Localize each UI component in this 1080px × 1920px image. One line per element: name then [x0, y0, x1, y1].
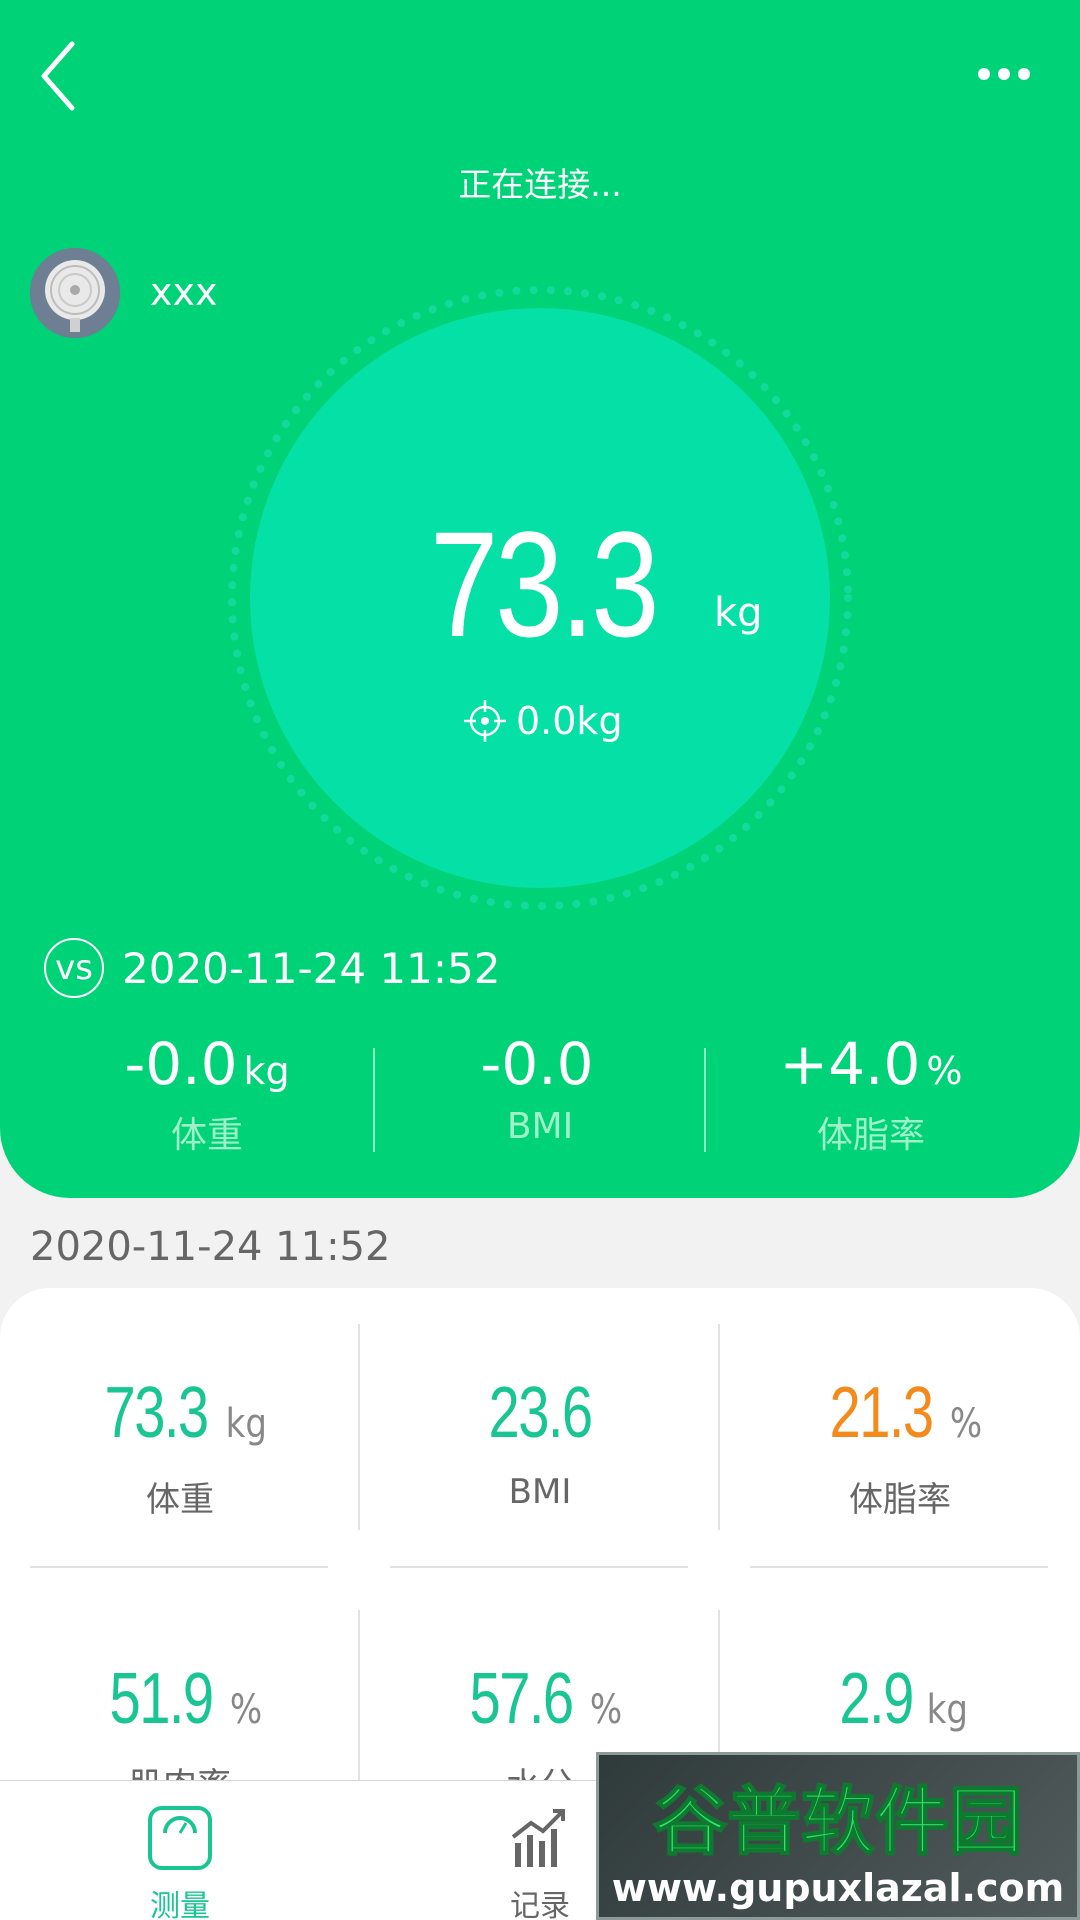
- fan-avatar-icon: [30, 248, 120, 338]
- watermark-logo-icon: 谷普软件园 www.gupuxlazal.com: [612, 1778, 1064, 1910]
- grid-divider: [30, 1566, 328, 1568]
- metric-bodyfat-unit: %: [949, 1401, 983, 1447]
- username: xxx: [150, 270, 218, 314]
- compare-bmi: -0.0 BMI: [375, 1030, 705, 1147]
- grid-divider: [718, 1324, 720, 1530]
- compare-weight-value: -0.0: [124, 1030, 238, 1098]
- more-icon: [978, 68, 1030, 80]
- divider: [704, 1048, 706, 1152]
- svg-text:www.gupuxlazal.com: www.gupuxlazal.com: [612, 1866, 1064, 1910]
- metric-muscle-value: 51.9: [109, 1659, 214, 1739]
- record-time: 2020-11-24 11:52: [30, 1224, 391, 1270]
- metric-bodyfat-label: 体脂率: [849, 1480, 951, 1520]
- header-panel: 正在连接... xxx 73.3 kg 0.0kg vs 2020-11-24 …: [0, 0, 1080, 1198]
- connection-status: 正在连接...: [458, 165, 622, 204]
- compare-time: 2020-11-24 11:52: [122, 943, 501, 993]
- divider: [373, 1048, 375, 1152]
- grid-divider: [390, 1566, 688, 1568]
- watermark-logo: 谷普软件园 www.gupuxlazal.com: [596, 1752, 1080, 1920]
- vs-badge: vs: [44, 938, 104, 998]
- metric-weight-value: 73.3: [104, 1373, 209, 1453]
- metric-bmi-value: 23.6: [488, 1373, 593, 1453]
- metric-weight-label: 体重: [146, 1480, 214, 1520]
- metric-bodyfat-value: 21.3: [829, 1373, 934, 1453]
- compare-bmi-value: -0.0: [480, 1030, 594, 1098]
- tab-measure-label: 测量: [150, 1889, 210, 1920]
- grid-divider: [750, 1566, 1048, 1568]
- back-button[interactable]: [36, 38, 96, 114]
- compare-weight-label: 体重: [170, 1115, 243, 1156]
- tab-records[interactable]: 记录: [470, 1803, 610, 1920]
- compare-weight-unit: kg: [243, 1049, 290, 1093]
- metric-weight-unit: kg: [225, 1401, 267, 1447]
- weight-value: 73.3: [430, 500, 660, 668]
- compare-bmi-label: BMI: [506, 1106, 574, 1147]
- delta-row: 0.0kg: [462, 698, 623, 744]
- compare-bodyfat-value: +4.0: [779, 1030, 921, 1098]
- svg-text:谷普软件园: 谷普软件园: [653, 1779, 1023, 1865]
- metric-bmi[interactable]: 23.6 BMI: [390, 1372, 690, 1512]
- metric-bone-unit: kg: [926, 1687, 968, 1733]
- compare-bodyfat-unit: %: [926, 1049, 963, 1093]
- tab-records-label: 记录: [510, 1889, 570, 1920]
- scale-icon: [148, 1806, 212, 1870]
- compare-weight: -0.0 kg 体重: [42, 1030, 372, 1158]
- tab-measure[interactable]: 测量: [110, 1803, 250, 1920]
- compare-bodyfat-label: 体脂率: [816, 1115, 925, 1156]
- compare-header: vs 2020-11-24 11:52: [44, 938, 500, 998]
- metric-bmi-label: BMI: [508, 1472, 572, 1512]
- compare-stats: -0.0 kg 体重 -0.0 BMI +4.0% 体脂率: [0, 1030, 1080, 1160]
- delta-value: 0.0kg: [516, 699, 623, 743]
- more-button[interactable]: [966, 54, 1046, 94]
- avatar[interactable]: [30, 248, 120, 338]
- compare-bodyfat: +4.0% 体脂率: [706, 1030, 1036, 1158]
- chart-icon: [511, 1809, 565, 1867]
- target-icon: [464, 700, 506, 742]
- metric-bodyfat[interactable]: 21.3% 体脂率: [750, 1372, 1050, 1521]
- metric-bone-value: 2.9: [839, 1659, 914, 1739]
- metric-water-value: 57.6: [469, 1659, 574, 1739]
- grid-divider: [358, 1324, 360, 1530]
- metric-muscle-unit: %: [229, 1687, 263, 1733]
- weight-unit: kg: [714, 590, 763, 636]
- metric-weight[interactable]: 73.3 kg 体重: [30, 1372, 330, 1521]
- chevron-left-icon: [41, 41, 75, 111]
- metric-water-unit: %: [589, 1687, 623, 1733]
